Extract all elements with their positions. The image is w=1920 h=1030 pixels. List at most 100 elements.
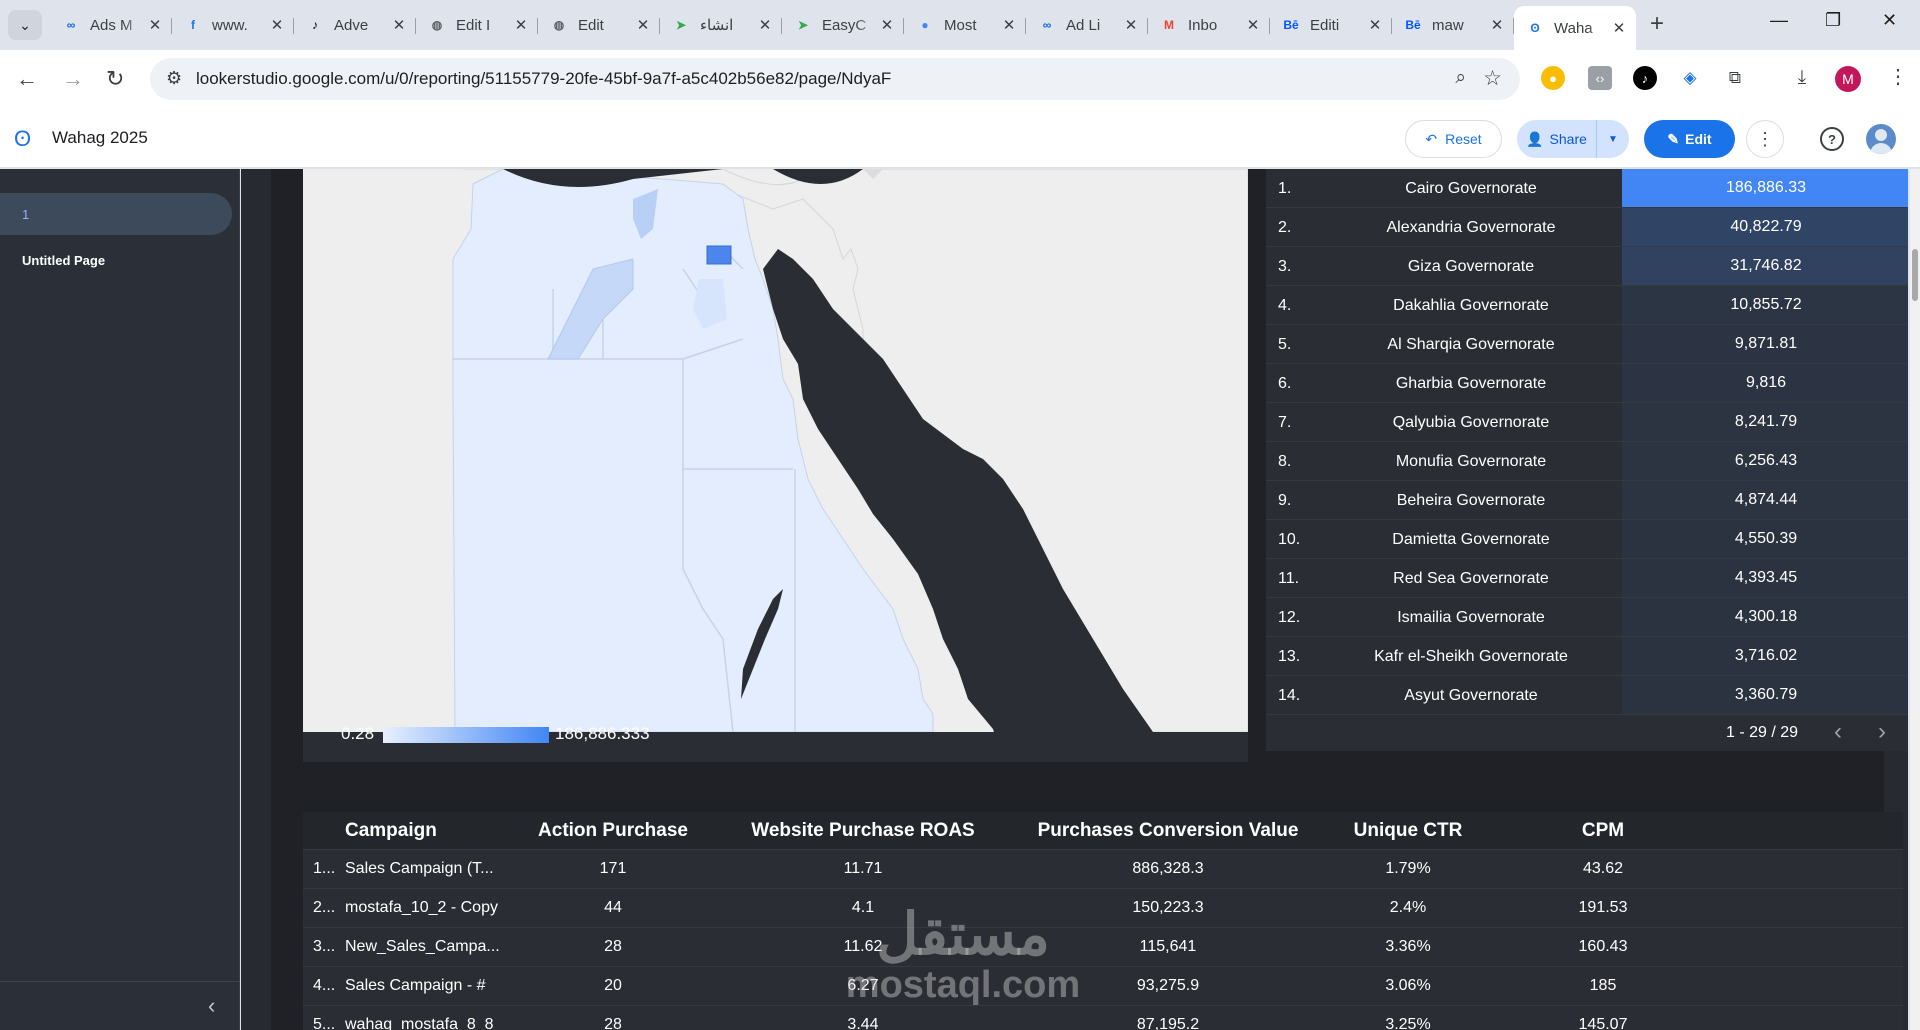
table-row[interactable]: 1... Sales Campaign (T... 171 11.71 886,328.… <box>303 850 1903 889</box>
column-header[interactable]: Purchases Conversion Value <box>1013 820 1323 842</box>
browser-tab[interactable]: Bē maw ✕ <box>1392 6 1514 44</box>
address-url[interactable]: lookerstudio.google.com/u/0/reporting/51… <box>196 69 891 89</box>
table-row[interactable]: 10. Damietta Governorate 4,550.39 <box>1266 520 1908 559</box>
browser-tab[interactable]: ◍ Edit ✕ <box>538 6 660 44</box>
tab-title: Inbo <box>1188 16 1218 34</box>
campaign-table[interactable]: Campaign Action Purchase Website Purchase … <box>303 812 1903 1030</box>
browser-tab[interactable]: ∞ Ads M ✕ <box>50 6 172 44</box>
governorate-table[interactable]: 1. Cairo Governorate 186,886.33 2. Alexandri… <box>1266 169 1908 751</box>
page-item-untitled[interactable]: Untitled Page <box>0 239 232 281</box>
close-tab-icon[interactable]: ✕ <box>1488 16 1506 34</box>
reload-icon[interactable]: ↻ <box>106 66 124 92</box>
extension-tag-icon[interactable]: ◈ <box>1678 66 1702 90</box>
table-row[interactable]: 13. Kafr el-Sheikh Governorate 3,716.02 <box>1266 637 1908 676</box>
restore-icon[interactable]: ❐ <box>1825 10 1841 31</box>
browser-tab[interactable]: ʘ Waha ✕ <box>1514 6 1636 50</box>
browser-tab[interactable]: ◍ Edit I ✕ <box>416 6 538 44</box>
extensions-puzzle-icon[interactable]: ⧉ <box>1723 66 1747 90</box>
table-row[interactable]: 12. Ismailia Governorate 4,300.18 <box>1266 598 1908 637</box>
column-header[interactable]: CPM <box>1493 820 1713 842</box>
extension-tiktok-icon[interactable]: ♪ <box>1633 66 1657 90</box>
extension-snap-icon[interactable]: ● <box>1541 66 1565 90</box>
column-header[interactable]: Unique CTR <box>1323 820 1493 842</box>
close-tab-icon[interactable]: ✕ <box>268 16 286 34</box>
report-title[interactable]: Wahag 2025 <box>52 128 148 148</box>
browser-menu-icon[interactable]: ⋮ <box>1888 64 1908 89</box>
close-tab-icon[interactable]: ✕ <box>1610 19 1628 37</box>
geo-map-chart[interactable]: 0.28 186,886.333 <box>303 169 1248 762</box>
previous-page-icon[interactable]: ‹ <box>1834 718 1842 746</box>
site-settings-icon[interactable]: ⚙ <box>166 68 182 89</box>
close-tab-icon[interactable]: ✕ <box>878 16 896 34</box>
browser-tab[interactable]: ➤ انشاء ✕ <box>660 6 782 44</box>
table-row[interactable]: 1. Cairo Governorate 186,886.33 <box>1266 169 1908 208</box>
tab-title: Edit I <box>456 16 491 34</box>
download-icon[interactable]: ⤓ <box>1790 66 1814 90</box>
table-row[interactable]: 7. Qalyubia Governorate 8,241.79 <box>1266 403 1908 442</box>
browser-tab[interactable]: f www. ✕ <box>172 6 294 44</box>
campaign-table-header: Campaign Action Purchase Website Purchase … <box>303 812 1903 850</box>
page-scrollbar[interactable] <box>1910 169 1920 1030</box>
new-tab-button[interactable]: + <box>1650 10 1664 38</box>
bookmark-star-icon[interactable]: ☆ <box>1483 66 1502 91</box>
extension-code-icon[interactable]: ‹› <box>1588 66 1612 90</box>
close-tab-icon[interactable]: ✕ <box>756 16 774 34</box>
zoom-icon[interactable]: ⌕ <box>1455 67 1466 89</box>
browser-tab[interactable]: ➤ EasyC ✕ <box>782 6 904 44</box>
minimize-icon[interactable]: — <box>1770 10 1788 31</box>
table-row[interactable]: 2... mostafa_10_2 - Copy 44 4.1 150,223.3 2.4… <box>303 889 1903 928</box>
browser-tab[interactable]: Bē Editi ✕ <box>1270 6 1392 44</box>
close-tab-icon[interactable]: ✕ <box>634 16 652 34</box>
close-tab-icon[interactable]: ✕ <box>1366 16 1384 34</box>
table-row[interactable]: 8. Monufia Governorate 6,256.43 <box>1266 442 1908 481</box>
browser-tab[interactable]: ∞ Ad Li ✕ <box>1026 6 1148 44</box>
table-row[interactable]: 9. Beheira Governorate 4,874.44 <box>1266 481 1908 520</box>
egypt-map[interactable] <box>303 169 1248 762</box>
share-dropdown-icon[interactable]: ▼ <box>1597 134 1629 145</box>
more-options-icon[interactable]: ⋮ <box>1746 120 1784 158</box>
close-window-icon[interactable]: ✕ <box>1882 10 1897 31</box>
user-avatar[interactable] <box>1866 124 1896 154</box>
browser-tab[interactable]: ● Most ✕ <box>904 6 1026 44</box>
close-tab-icon[interactable]: ✕ <box>1122 16 1140 34</box>
table-row[interactable]: 11. Red Sea Governorate 4,393.45 <box>1266 559 1908 598</box>
close-tab-icon[interactable]: ✕ <box>1000 16 1018 34</box>
browser-tab[interactable]: M Inbo ✕ <box>1148 6 1270 44</box>
reset-button[interactable]: ↶ Reset <box>1405 120 1502 158</box>
table-row[interactable]: 4. Dakahlia Governorate 10,855.72 <box>1266 286 1908 325</box>
scrollbar-thumb[interactable] <box>1912 249 1918 301</box>
table-row[interactable]: 2. Alexandria Governorate 40,822.79 <box>1266 208 1908 247</box>
profile-avatar[interactable]: M <box>1835 66 1861 92</box>
browser-tab[interactable]: ♪ Adve ✕ <box>294 6 416 44</box>
table-row[interactable]: 3... New_Sales_Campa... 28 11.62 115,641 3.36… <box>303 928 1903 967</box>
close-tab-icon[interactable]: ✕ <box>146 16 164 34</box>
edit-button[interactable]: ✎ Edit <box>1644 120 1735 158</box>
column-header[interactable]: Website Purchase ROAS <box>713 820 1013 842</box>
back-icon[interactable]: ← <box>16 66 38 92</box>
table-row[interactable]: 5... wahag_mostafa_8_8 28 3.44 87,195.2 3.25%… <box>303 1006 1903 1030</box>
close-tab-icon[interactable]: ✕ <box>512 16 530 34</box>
forward-icon[interactable]: → <box>62 66 84 92</box>
tab-title: www. <box>212 16 248 34</box>
close-tab-icon[interactable]: ✕ <box>1244 16 1262 34</box>
governorate-name: Dakahlia Governorate <box>1393 297 1549 314</box>
table-row[interactable]: 14. Asyut Governorate 3,360.79 <box>1266 676 1908 715</box>
globe-icon: ◍ <box>553 18 565 32</box>
looker-studio-logo-icon[interactable]: ʘ <box>14 126 31 152</box>
tab-search-button[interactable]: ⌄ <box>8 10 42 40</box>
table-row[interactable]: 6. Gharbia Governorate 9,816 <box>1266 364 1908 403</box>
table-row[interactable]: 4... Sales Campaign - # 20 6.27 93,275.9 3.06… <box>303 967 1903 1006</box>
next-page-icon[interactable]: › <box>1878 718 1886 746</box>
page-item-1[interactable]: 1 <box>0 193 232 235</box>
cell-action-purchase: 171 <box>599 860 627 877</box>
table-row[interactable]: 3. Giza Governorate 31,746.82 <box>1266 247 1908 286</box>
table-row[interactable]: 5. Al Sharqia Governorate 9,871.81 <box>1266 325 1908 364</box>
collapse-sidebar-icon[interactable]: ‹ <box>208 993 215 1019</box>
share-button[interactable]: 👤 Share ▼ <box>1517 120 1629 158</box>
column-header[interactable]: Action Purchase <box>513 820 713 842</box>
help-icon[interactable]: ? <box>1820 127 1844 151</box>
cell-cpm: 185 <box>1589 977 1617 994</box>
address-bar[interactable]: ⚙ lookerstudio.google.com/u/0/reporting/… <box>150 58 1520 100</box>
close-tab-icon[interactable]: ✕ <box>390 16 408 34</box>
column-header[interactable]: Campaign <box>345 820 505 842</box>
